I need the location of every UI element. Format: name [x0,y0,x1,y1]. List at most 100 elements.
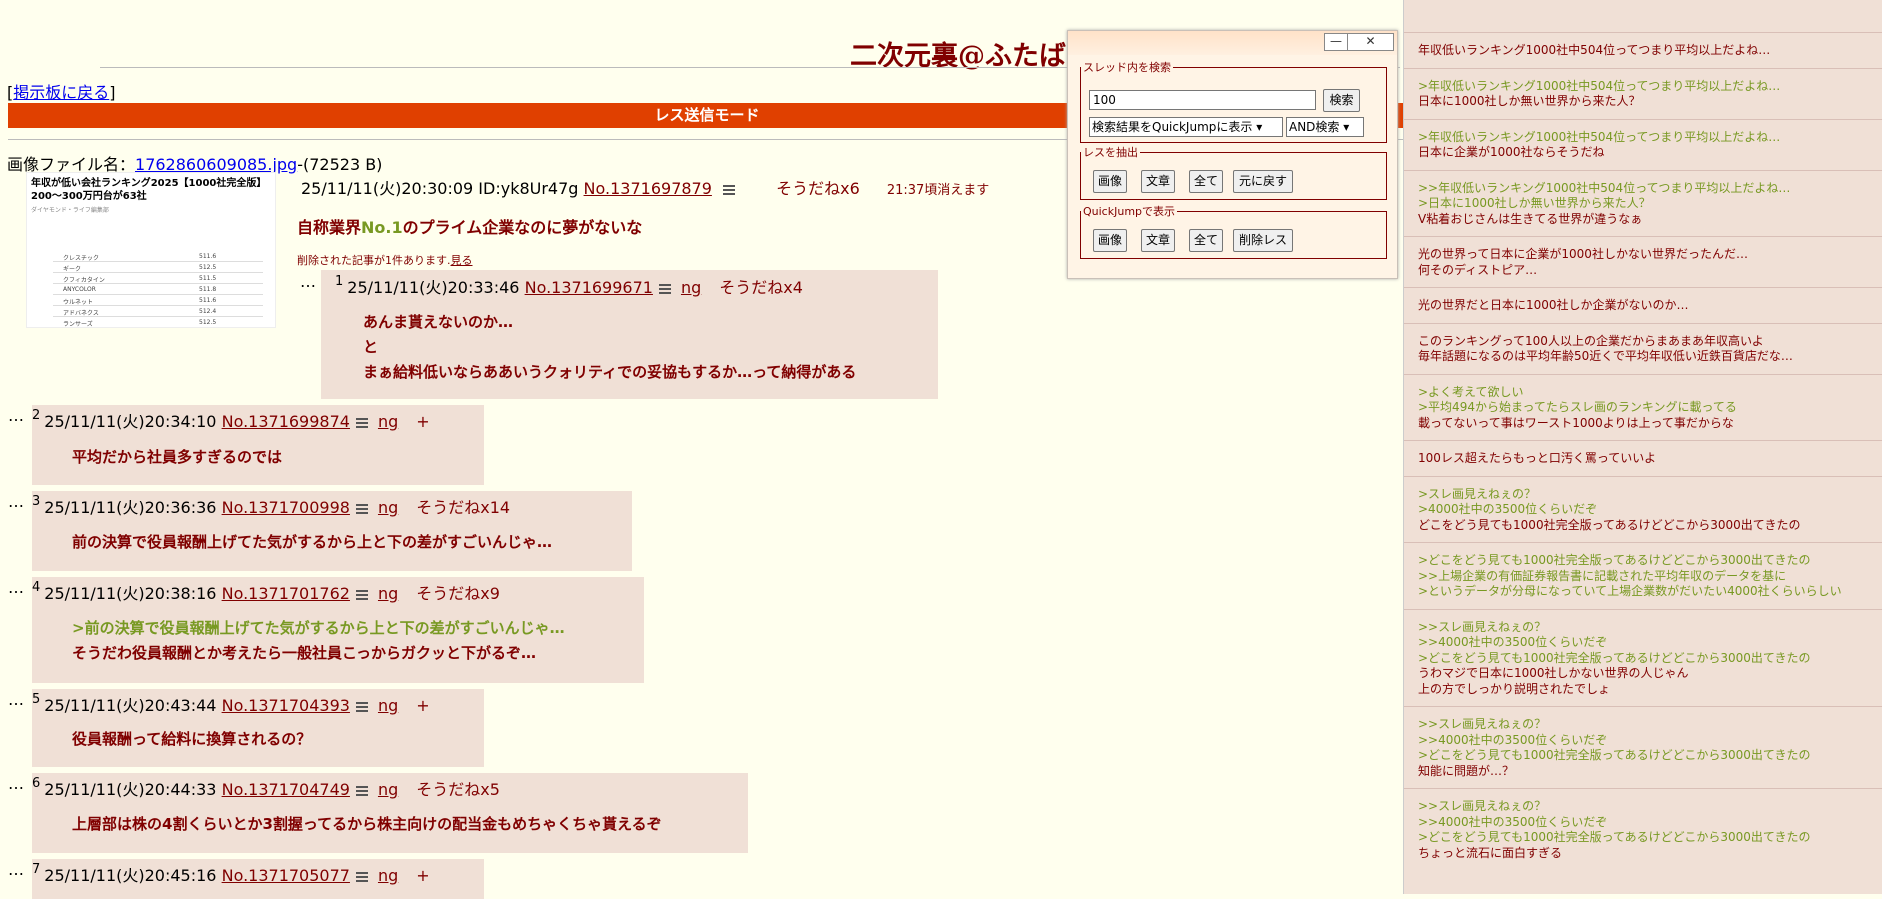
reply-line: 上層部は株の4割くらいとか3割握ってるから株主向けの配当金もめちゃくちゃ貰えるぞ [72,815,662,833]
sodane-button[interactable]: そうだねx14 [416,498,510,517]
extract-button-2[interactable]: 全て [1189,170,1223,193]
thumb-company: ランサーズ [63,321,93,328]
ng-button[interactable]: ng [378,584,398,603]
sodane-button[interactable]: そうだねx5 [416,780,500,799]
menu-icon[interactable] [355,417,368,428]
thread-image-thumbnail[interactable]: 年収が低い会社ランキング2025【1000社完全版】200～300万円台が63社… [26,172,276,328]
quickjump-item[interactable]: 光の世界って日本に企業が1000社しかない世界だったんだ… 何そのディストピア… [1404,236,1882,287]
quickjump-line: ちょっと流石に面白すぎる [1418,845,1563,860]
reply-header: 3 25/11/11(火)20:36:36 No.1371700998 ng そうだね… [32,494,510,518]
thumb-value: 511.6 [199,297,217,304]
quickjump-line: >スレ画見えねぇの？ [1418,486,1537,501]
reply-header: 1 25/11/11(火)20:33:46 No.1371699671 ng そうだね… [335,274,803,298]
reply-body: >前の決算で役員報酬上げてた気がするから上と下の差がすごいんじゃ… そうだわ役員報… [72,616,565,666]
reply-body: 上層部は株の4割くらいとか3割握ってるから株主向けの配当金もめちゃくちゃ貰えるぞ [72,812,662,837]
quickjump-button-0[interactable]: 画像 [1093,229,1127,252]
menu-icon[interactable] [355,871,368,882]
quickjump-item[interactable]: 100レス超えたらもっと口汚く罵っていいよ [1404,440,1882,476]
sodane-button[interactable]: そうだねx6 [776,179,860,198]
sodane-button[interactable]: + [416,412,429,431]
sodane-button[interactable]: そうだねx9 [416,584,500,603]
quickjump-line: >>上場企業の有価証券報告書に記載された平均年収のデータを基に [1418,568,1787,583]
quickjump-line: >日本に1000社しか無い世界から来た人？ [1418,196,1651,210]
reply-body: 前の決算で役員報酬上げてた気がするから上と下の差がすごいんじゃ… [72,530,552,555]
expire-time: 21:37頃消えます [886,183,990,198]
quickjump-item[interactable]: >どこをどう見ても1000社完全版ってあるけどどこから3000出てきたの >>上場… [1404,542,1882,609]
quickjump-line: >どこをどう見ても1000社完全版ってあるけどどこから3000出てきたの [1418,553,1811,567]
quickjump-item[interactable]: >>年収低いランキング1000社中504位ってつまり平均以上だよね… >日本に10… [1404,169,1882,237]
menu-icon[interactable] [355,589,368,600]
quickjump-item[interactable]: 光の世界だと日本に1000社しか企業がないのか… [1404,287,1882,323]
reply-marker: … [300,272,316,291]
ng-button[interactable]: ng [378,780,398,799]
quickjump-line: >どこをどう見ても1000社完全版ってあるけどどこから3000出てきたの [1418,748,1811,762]
search-mode-select[interactable]: AND検索 ▾ [1286,117,1364,137]
quickjump-line: >年収低いランキング1000社中504位ってつまり平均以上だよね… [1418,129,1781,144]
menu-icon[interactable] [658,283,671,294]
search-input[interactable]: 100 [1089,90,1316,110]
reply-datetime: 25/11/11(火)20:38:16 [44,584,217,603]
thumb-value: 512.5 [199,264,217,271]
back-to-board-link[interactable]: 掲示板に戻る [13,83,109,102]
reply-line: と [363,338,379,356]
reply-index: 1 [335,274,344,289]
extract-button-0[interactable]: 画像 [1093,170,1127,193]
reply-header: 6 25/11/11(火)20:44:33 No.1371704749 ng そうだね… [32,776,500,800]
menu-icon[interactable] [355,701,368,712]
quote-line: >前の決算で役員報酬上げてた気がするから上と下の差がすごいんじゃ… [72,619,565,637]
reply-post-number[interactable]: No.1371699874 [222,412,350,431]
search-window: — ✕ スレッド内を検索 100 検索 検索結果をQuickJumpに表示 ▾ … [1067,30,1398,279]
extract-section-legend: レスを抽出 [1083,146,1138,159]
quickjump-item[interactable]: >スレ画見えねぇの？ >4000社中の3500位くらいだぞ どこをどう見ても1000… [1404,475,1882,543]
quickjump-item[interactable]: >>スレ画見えねぇの？ >>4000社中の3500位くらいだぞ >どこをどう見ても1… [1404,706,1882,788]
reply-line: あんま貰えないのか… [363,313,514,331]
reply-body: 役員報酬って給料に換算されるの？ [72,727,311,752]
op-post-number[interactable]: No.1371697879 [584,179,712,198]
ng-button[interactable]: ng [378,866,398,885]
quickjump-line: 年収低いランキング1000社中504位ってつまり平均以上だよね… [1418,43,1771,57]
menu-icon[interactable] [723,184,735,195]
show-deleted-link[interactable]: 見る [451,254,473,267]
quickjump-item[interactable]: >>スレ画見えねぇの？ >>4000社中の3500位くらいだぞ >どこをどう見ても1… [1404,608,1882,707]
quickjump-item[interactable]: 年収低いランキング1000社中504位ってつまり平均以上だよね… [1404,32,1882,68]
quickjump-button-2[interactable]: 全て [1189,229,1223,252]
op-datetime: 25/11/11(火)20:30:09 ID:yk8Ur47g [301,179,579,198]
reply-datetime: 25/11/11(火)20:34:10 [44,412,217,431]
close-button[interactable]: ✕ [1347,33,1394,51]
reply-post-number[interactable]: No.1371704393 [222,696,350,715]
ng-button[interactable]: ng [378,498,398,517]
reply-header: 2 25/11/11(火)20:34:10 No.1371699874 ng + [32,408,430,432]
menu-icon[interactable] [355,503,368,514]
quickjump-button-1[interactable]: 文章 [1141,229,1175,252]
ng-button[interactable]: ng [378,412,398,431]
quickjump-line: 上の方でしっかり説明されたでしょ [1418,681,1611,696]
thumb-title: 年収が低い会社ランキング2025【1000社完全版】200～300万円台が63社 [31,178,267,202]
result-target-select[interactable]: 検索結果をQuickJumpに表示 ▾ [1089,117,1283,137]
reply-post-number[interactable]: No.1371705077 [222,866,350,885]
quickjump-item[interactable]: >>スレ画見えねぇの？ >>4000社中の3500位くらいだぞ >どこをどう見ても1… [1404,788,1882,870]
menu-icon[interactable] [355,785,368,796]
reply-index: 3 [32,494,41,509]
extract-button-1[interactable]: 文章 [1141,170,1175,193]
quickjump-item[interactable]: このランキングって100人以上の企業だからまあまあ年収高いよ 毎年話題になるのは平… [1404,322,1882,374]
reply-post-number[interactable]: No.1371700998 [222,498,350,517]
reply-post-number[interactable]: No.1371699671 [525,278,653,297]
sodane-button[interactable]: + [416,696,429,715]
thumb-row-line [53,272,263,273]
extract-button-3[interactable]: 元に戻す [1233,170,1293,193]
reply-index: 7 [32,862,41,877]
search-button[interactable]: 検索 [1323,89,1360,112]
quickjump-line: >4000社中の3500位くらいだぞ [1418,502,1598,516]
reply-post-number[interactable]: No.1371704749 [222,780,350,799]
quickjump-item[interactable]: >年収低いランキング1000社中504位ってつまり平均以上だよね… 日本に1000… [1404,67,1882,119]
sodane-button[interactable]: そうだねx4 [719,278,803,297]
reply-header: 5 25/11/11(火)20:43:44 No.1371704393 ng + [32,692,430,716]
sodane-button[interactable]: + [416,866,429,885]
ng-button[interactable]: ng [681,278,701,297]
ng-button[interactable]: ng [378,696,398,715]
minimize-button[interactable]: — [1324,33,1348,51]
reply-post-number[interactable]: No.1371701762 [222,584,350,603]
quickjump-item[interactable]: >年収低いランキング1000社中504位ってつまり平均以上だよね… 日本に企業が1… [1404,118,1882,170]
quickjump-item[interactable]: >よく考えて欲しい >平均494から始まってたらスレ画のランキングに載ってる 載って… [1404,373,1882,441]
quickjump-button-3[interactable]: 削除レス [1233,229,1293,252]
